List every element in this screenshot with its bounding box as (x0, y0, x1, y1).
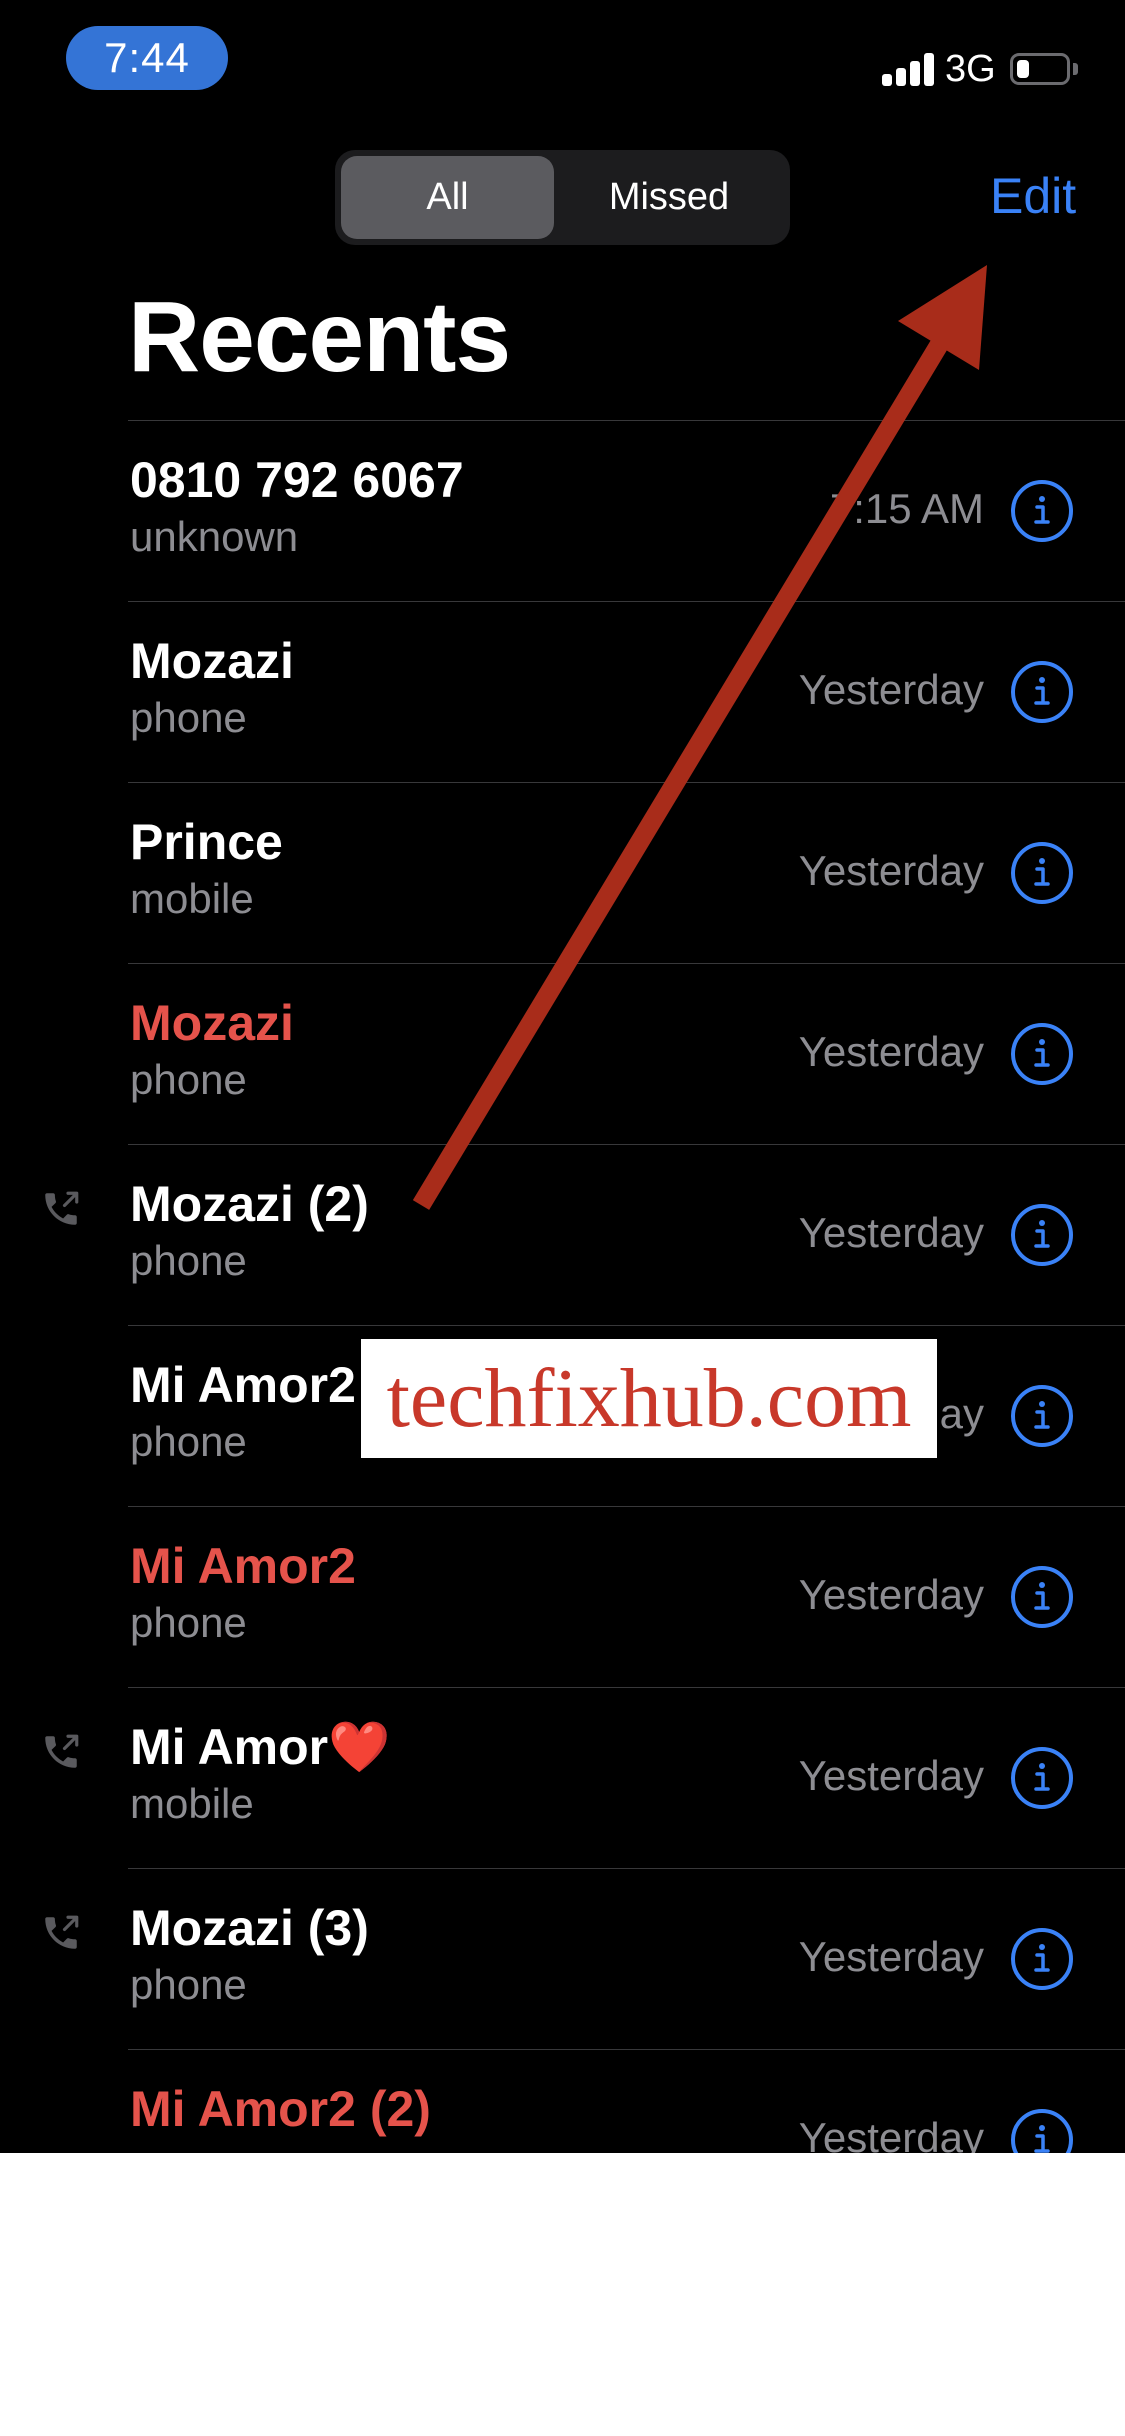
info-button[interactable] (1011, 1747, 1073, 1809)
call-time: Yesterday (798, 847, 984, 894)
contact-name: Mi Amor2 (2) (130, 2081, 431, 2137)
arrow-head (898, 265, 987, 370)
contact-name: Mozazi (130, 995, 294, 1051)
info-button[interactable] (1011, 1566, 1073, 1628)
call-time: Yesterday (798, 1209, 984, 1256)
call-type-label: phone (130, 1418, 247, 1465)
call-row[interactable]: Mi Amor❤️ mobile Yesterday (0, 1687, 1125, 1868)
info-icon (1034, 1944, 1050, 1972)
contact-name: Mozazi (130, 633, 294, 689)
call-time: Yesterday (798, 1752, 984, 1799)
call-type-label: mobile (130, 1780, 254, 1827)
battery-icon (1010, 53, 1070, 85)
info-button[interactable] (1011, 480, 1073, 542)
contact-name: Mi Amor2 (130, 1357, 356, 1413)
call-row[interactable]: Mi Amor2 phone Yesterday (0, 1506, 1125, 1687)
call-time: 7:15 AM (829, 485, 984, 532)
call-time: Yesterday (798, 666, 984, 713)
info-icon (1034, 1220, 1050, 1248)
phone-screen: 7:44 3G All Missed Edit Recents 0810 792… (0, 0, 1125, 2153)
blank-area (0, 2153, 1125, 2436)
call-row[interactable]: Mozazi phone Yesterday (0, 963, 1125, 1144)
call-time: Yesterday (798, 1028, 984, 1075)
info-icon (1034, 1763, 1050, 1791)
contact-name: Mozazi (3) (130, 1900, 369, 1956)
info-icon (1034, 1582, 1050, 1610)
call-time: Yesterday (798, 1571, 984, 1618)
info-icon (1034, 496, 1050, 524)
info-icon (1034, 677, 1050, 705)
info-icon (1034, 858, 1050, 886)
info-button[interactable] (1011, 1023, 1073, 1085)
info-button[interactable] (1011, 842, 1073, 904)
contact-name: 0810 792 6067 (130, 452, 464, 508)
call-row[interactable]: Mozazi (2) phone Yesterday (0, 1144, 1125, 1325)
call-type-label: phone (130, 1599, 247, 1646)
watermark: techfixhub.com (361, 1339, 937, 1458)
outgoing-call-icon (45, 1734, 79, 1768)
network-type: 3G (945, 48, 996, 90)
info-button[interactable] (1011, 1204, 1073, 1266)
call-type-label: unknown (130, 513, 299, 560)
contact-name: Prince (130, 814, 283, 870)
call-time: Yesterday (798, 2114, 984, 2153)
call-row[interactable]: 0810 792 6067 unknown 7:15 AM (0, 420, 1125, 601)
outgoing-call-icon (45, 1915, 79, 1949)
cellular-signal-icon (882, 53, 934, 86)
call-type-label: mobile (130, 875, 254, 922)
contact-name: Mi Amor2 (130, 1538, 356, 1594)
status-time[interactable]: 7:44 (66, 26, 228, 90)
call-type-label: phone (130, 1237, 247, 1284)
info-button[interactable] (1011, 1928, 1073, 1990)
call-row[interactable]: Prince mobile Yesterday (0, 782, 1125, 963)
call-type-label: phone (130, 1961, 247, 2008)
info-button[interactable] (1011, 661, 1073, 723)
call-type-label: phone (130, 1056, 247, 1103)
info-icon (1034, 2125, 1050, 2153)
info-button[interactable] (1011, 2109, 1073, 2153)
segment-missed[interactable]: Missed (554, 156, 784, 239)
call-row[interactable]: Mozazi (3) phone Yesterday (0, 1868, 1125, 2049)
battery-cap (1073, 63, 1078, 75)
call-type-label: phone (130, 694, 247, 741)
call-time: Yesterday (798, 1933, 984, 1980)
segment-all[interactable]: All (341, 156, 554, 239)
call-row[interactable]: Mozazi phone Yesterday (0, 601, 1125, 782)
info-icon (1034, 1401, 1050, 1429)
battery-level (1017, 60, 1029, 78)
edit-button[interactable]: Edit (990, 168, 1076, 224)
contact-name: Mozazi (2) (130, 1176, 369, 1232)
outgoing-call-icon (45, 1191, 79, 1225)
info-button[interactable] (1011, 1385, 1073, 1447)
info-icon (1034, 1039, 1050, 1067)
page-title: Recents (128, 281, 511, 393)
call-row[interactable]: Mi Amor2 (2) Yesterday (0, 2049, 1125, 2153)
recents-list: 0810 792 6067 unknown 7:15 AM Mozazi pho… (0, 420, 1125, 2153)
recents-filter-segmented-control: All Missed (335, 150, 790, 245)
contact-name: Mi Amor❤️ (130, 1719, 391, 1775)
